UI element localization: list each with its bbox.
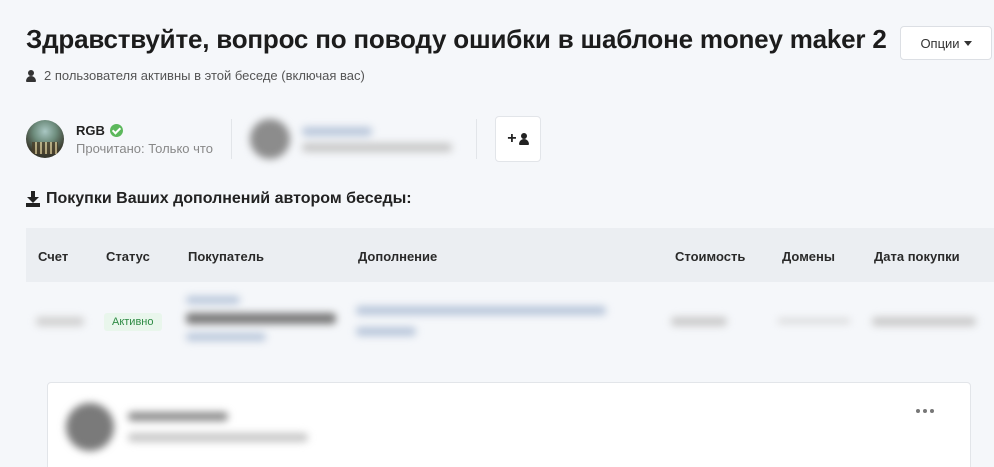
invoice-cell (36, 317, 84, 326)
options-button[interactable]: Опции (900, 26, 992, 60)
active-users-info: 2 пользователя активны в этой беседе (вк… (26, 68, 365, 83)
avatar[interactable] (26, 120, 64, 158)
purchases-section-title: Покупки Ваших дополнений автором беседы: (26, 190, 412, 208)
avatar (66, 403, 114, 451)
participants-bar: RGB Прочитано: Только что + (26, 114, 541, 164)
plus-icon: + (507, 130, 517, 147)
user-icon (26, 69, 36, 82)
cost-cell (671, 317, 727, 326)
column-status: Статус (106, 249, 150, 264)
column-addon: Дополнение (358, 249, 438, 264)
domains-cell (778, 319, 850, 323)
participant-hidden[interactable] (249, 119, 458, 159)
verified-icon (109, 123, 123, 137)
user-icon (518, 133, 529, 145)
purchases-title-text: Покупки Ваших дополнений автором беседы: (46, 190, 412, 207)
column-buyer: Покупатель (188, 249, 264, 264)
options-label: Опции (920, 35, 960, 51)
caret-down-icon (963, 40, 972, 46)
table-row: Активно (26, 282, 994, 362)
purchases-table-header: Счет Статус Покупатель Дополнение Стоимо… (26, 228, 994, 282)
message-card (47, 382, 971, 467)
buyer-cell[interactable] (186, 296, 336, 341)
column-purchase-date: Дата покупки (874, 249, 960, 264)
participant-name[interactable]: RGB (76, 123, 105, 138)
date-cell (872, 317, 976, 326)
status-badge: Активно (104, 313, 162, 331)
add-participant-button[interactable]: + (494, 116, 541, 162)
page-title: Здравствуйте, вопрос по поводу ошибки в … (26, 24, 887, 54)
download-icon (26, 191, 40, 207)
participant-rgb[interactable]: RGB Прочитано: Только что (26, 120, 213, 158)
column-domains: Домены (782, 249, 835, 264)
conversation-page: Здравствуйте, вопрос по поводу ошибки в … (0, 0, 994, 467)
divider (475, 119, 477, 159)
avatar (249, 119, 290, 159)
column-invoice: Счет (38, 249, 69, 264)
divider (230, 119, 232, 159)
addon-cell[interactable] (356, 306, 606, 336)
message-author[interactable] (66, 403, 308, 451)
participant-read-status: Прочитано: Только что (76, 140, 213, 156)
column-cost: Стоимость (675, 249, 746, 264)
active-users-text: 2 пользователя активны в этой беседе (вк… (44, 68, 365, 83)
more-options-icon[interactable] (916, 409, 934, 413)
